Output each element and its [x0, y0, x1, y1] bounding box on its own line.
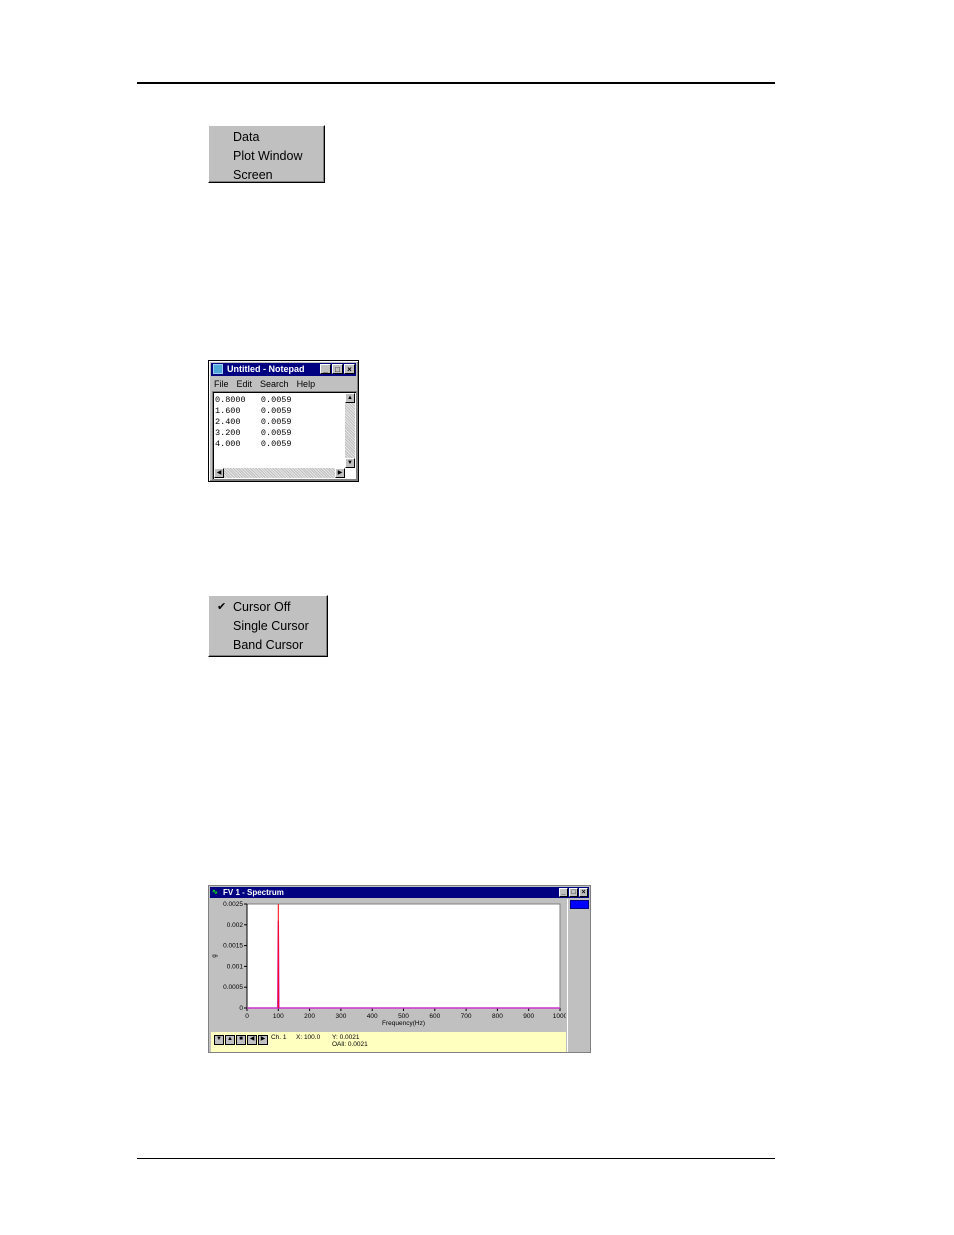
minimize-button[interactable]: _ — [320, 364, 331, 374]
menu-item-data[interactable]: Data — [209, 128, 324, 147]
spectrum-window: ∿ FV 1 - Spectrum _ □ × 0 100 200 300 400 500… — [208, 885, 591, 1053]
notepad-line: 3.200 0.0059 — [215, 428, 292, 438]
notepad-icon — [213, 364, 223, 374]
header-rule — [137, 82, 775, 84]
x-tick-label: 300 — [335, 1013, 346, 1020]
maximize-button[interactable]: □ — [569, 888, 578, 897]
export-menu: Data Plot Window Screen — [208, 125, 325, 183]
notepad-title: Untitled - Notepad — [227, 364, 305, 374]
x-tick-label: 500 — [398, 1013, 409, 1020]
scroll-down-arrow-icon[interactable]: ▼ — [345, 458, 355, 468]
menu-edit[interactable]: Edit — [237, 378, 253, 390]
menu-item-cursor-off[interactable]: ✔ Cursor Off — [209, 598, 327, 617]
cursor-stop-icon[interactable]: ■ — [236, 1035, 246, 1045]
cursor-status-bar: ▼ ▲ ■ ◀ ▶ Ch. 1 X: 100.0 Y: 0.0021 OAll: 0.0… — [211, 1032, 566, 1052]
cursor-down-icon[interactable]: ▼ — [214, 1035, 224, 1045]
y-tick-label: 0.0015 — [223, 943, 243, 950]
status-channel: Ch. 1 — [271, 1034, 287, 1041]
y-tick-label: 0.0025 — [223, 901, 243, 908]
x-tick-label: 400 — [367, 1013, 378, 1020]
x-tick-label: 900 — [523, 1013, 534, 1020]
cursor-left-icon[interactable]: ◀ — [247, 1035, 257, 1045]
status-x: X: 100.0 — [296, 1034, 321, 1041]
notepad-line: 2.400 0.0059 — [215, 417, 292, 427]
close-button[interactable]: × — [344, 364, 355, 374]
notepad-line: 4.000 0.0059 — [215, 439, 292, 449]
spectrum-titlebar[interactable]: ∿ FV 1 - Spectrum _ □ × — [210, 887, 589, 898]
scroll-up-arrow-icon[interactable]: ▲ — [345, 393, 355, 403]
footer-rule — [137, 1158, 775, 1159]
channel-sidebar — [567, 899, 590, 1052]
cursor-right-icon[interactable]: ▶ — [258, 1035, 268, 1045]
close-button[interactable]: × — [579, 888, 588, 897]
menu-item-screen[interactable]: Screen — [209, 166, 324, 185]
menu-item-plot-window[interactable]: Plot Window — [209, 147, 324, 166]
cursor-up-icon[interactable]: ▲ — [225, 1035, 235, 1045]
maximize-button[interactable]: □ — [332, 364, 343, 374]
scroll-right-arrow-icon[interactable]: ▶ — [335, 468, 345, 478]
cursor-nav-buttons: ▼ ▲ ■ ◀ ▶ — [214, 1035, 268, 1045]
menu-item-single-cursor[interactable]: Single Cursor — [209, 617, 327, 636]
minimize-button[interactable]: _ — [559, 888, 568, 897]
x-axis-label: Frequency(Hz) — [382, 1020, 425, 1027]
plot-background — [246, 903, 561, 1009]
x-tick-label: 600 — [429, 1013, 440, 1020]
x-tick-label: 800 — [492, 1013, 503, 1020]
x-tick-label: 0 — [245, 1013, 249, 1020]
y-tick-label: 0 — [239, 1005, 243, 1012]
notepad-menubar: File Edit Search Help — [214, 378, 315, 390]
notepad-line: 0.8000 0.0059 — [215, 395, 292, 405]
notepad-line: 1.600 0.0059 — [215, 406, 292, 416]
y-tick-label: 0.0005 — [223, 984, 243, 991]
notepad-titlebar[interactable]: Untitled - Notepad _ □ × — [211, 363, 356, 376]
scroll-left-arrow-icon[interactable]: ◀ — [214, 468, 224, 478]
y-axis-label: g — [212, 954, 218, 957]
menu-search[interactable]: Search — [260, 378, 289, 390]
spectrum-icon: ∿ — [212, 889, 218, 896]
y-tick-label: 0.001 — [227, 963, 244, 970]
plot-area[interactable]: 0 100 200 300 400 500 600 700 800 900 1000 0 0.0005 0… — [211, 899, 568, 1032]
vertical-scrollbar[interactable]: ▲ ▼ — [345, 393, 355, 468]
x-tick-label: 100 — [273, 1013, 284, 1020]
channel-color-swatch[interactable] — [570, 900, 589, 909]
x-tick-label: 700 — [461, 1013, 472, 1020]
y-tick-label: 0.002 — [227, 922, 244, 929]
menu-help[interactable]: Help — [297, 378, 316, 390]
checkmark-icon: ✔ — [217, 601, 227, 613]
status-oall: OAll: 0.0021 — [332, 1041, 368, 1048]
x-tick-label: 1000 — [553, 1013, 566, 1020]
notepad-lines: 0.8000 0.0059 1.600 0.0059 2.400 0.0059 3.2… — [215, 395, 292, 450]
spectrum-chart[interactable]: 0 100 200 300 400 500 600 700 800 900 1000 0 0.0005 0… — [211, 899, 568, 1032]
menu-item-band-cursor[interactable]: Band Cursor — [209, 636, 327, 655]
cursor-menu: ✔ Cursor Off Single Cursor Band Cursor — [208, 595, 328, 657]
notepad-window: Untitled - Notepad _ □ × File Edit Searc… — [208, 360, 359, 482]
menu-file[interactable]: File — [214, 378, 229, 390]
notepad-text-area[interactable]: 0.8000 0.0059 1.600 0.0059 2.400 0.0059 3.2… — [212, 391, 357, 480]
spectrum-title: FV 1 - Spectrum — [223, 888, 284, 897]
horizontal-scrollbar[interactable]: ◀ ▶ — [214, 468, 345, 478]
x-tick-label: 200 — [304, 1013, 315, 1020]
